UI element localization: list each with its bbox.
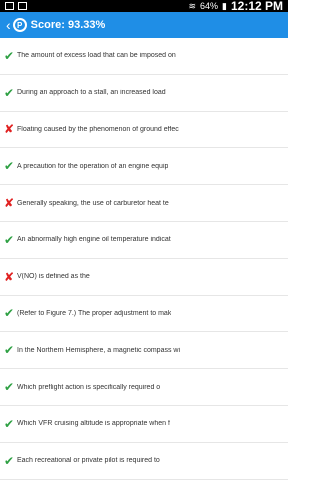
wifi-icon: ≋: [188, 0, 196, 11]
result-row[interactable]: ✔ (Refer to Figure 7.) The proper adjustm…: [0, 296, 288, 333]
question-text: Floating caused by the phenomenon of gro…: [17, 125, 179, 133]
check-icon: ✔: [3, 232, 15, 247]
result-row[interactable]: ✔ A precaution for the operation of an en…: [0, 148, 288, 186]
cross-icon: ✘: [3, 122, 15, 137]
result-row[interactable]: ✘ V(NO) is defined as the: [0, 259, 288, 296]
battery-label: 64%: [200, 1, 219, 11]
question-text: V(NO) is defined as the: [17, 273, 90, 281]
question-text: Which preflight action is specifically r…: [17, 383, 161, 391]
status-bar: ≋ 64% ▮ 12:12 PM: [0, 0, 288, 13]
check-icon: ✔: [3, 159, 15, 174]
status-right: ≋ 64% ▮ 12:12 PM: [188, 0, 283, 13]
check-icon: ✔: [3, 306, 15, 321]
back-chevron-icon[interactable]: ‹: [6, 17, 11, 33]
result-row[interactable]: ✘ Generally speaking, the use of carburet…: [0, 185, 288, 222]
page-title: Score: 93.33%: [30, 19, 106, 31]
status-time: 12:12 PM: [230, 0, 283, 13]
result-row[interactable]: ✔ The amount of excess load that can be i…: [0, 38, 288, 75]
app-bar: ‹ P Score: 93.33%: [0, 12, 288, 38]
result-row[interactable]: ✔ Which VFR cruising altitude is appropri…: [0, 406, 288, 443]
calendar-icon: [18, 2, 27, 10]
question-text: An abnormally high engine oil temperatur…: [17, 236, 171, 244]
question-text: In the Northern Hemisphere, a magnetic c…: [17, 346, 181, 354]
check-icon: ✔: [3, 343, 15, 358]
check-icon: ✔: [3, 416, 15, 431]
result-row[interactable]: ✔ During an approach to a stall, an incre…: [0, 75, 288, 112]
question-text: (Refer to Figure 7.) The proper adjustme…: [17, 309, 172, 317]
app-logo: P: [12, 18, 27, 32]
question-text: During an approach to a stall, an increa…: [17, 89, 166, 97]
question-text: Which VFR cruising altitude is appropria…: [17, 420, 170, 428]
question-text: The amount of excess load that can be im…: [17, 52, 176, 60]
cross-icon: ✘: [3, 196, 15, 211]
check-icon: ✔: [3, 85, 15, 100]
cross-icon: ✘: [3, 269, 15, 284]
result-row[interactable]: ✔ Each recreational or private pilot is r…: [0, 443, 288, 480]
notification-icon: [5, 2, 14, 10]
question-text: A precaution for the operation of an eng…: [17, 162, 169, 170]
check-icon: ✔: [3, 380, 15, 395]
status-left: [5, 2, 27, 10]
check-icon: ✔: [3, 48, 15, 63]
result-row[interactable]: ✔ An abnormally high engine oil temperatu…: [0, 222, 288, 259]
battery-icon: ▮: [222, 0, 227, 11]
question-text: Generally speaking, the use of carbureto…: [17, 199, 169, 207]
result-row[interactable]: ✘ Floating caused by the phenomenon of gr…: [0, 112, 288, 149]
result-row[interactable]: ✔ In the Northern Hemisphere, a magnetic …: [0, 332, 288, 370]
result-row[interactable]: ✔ Which preflight action is specifically …: [0, 369, 288, 406]
results-list: ✔ The amount of excess load that can be i…: [0, 38, 288, 480]
